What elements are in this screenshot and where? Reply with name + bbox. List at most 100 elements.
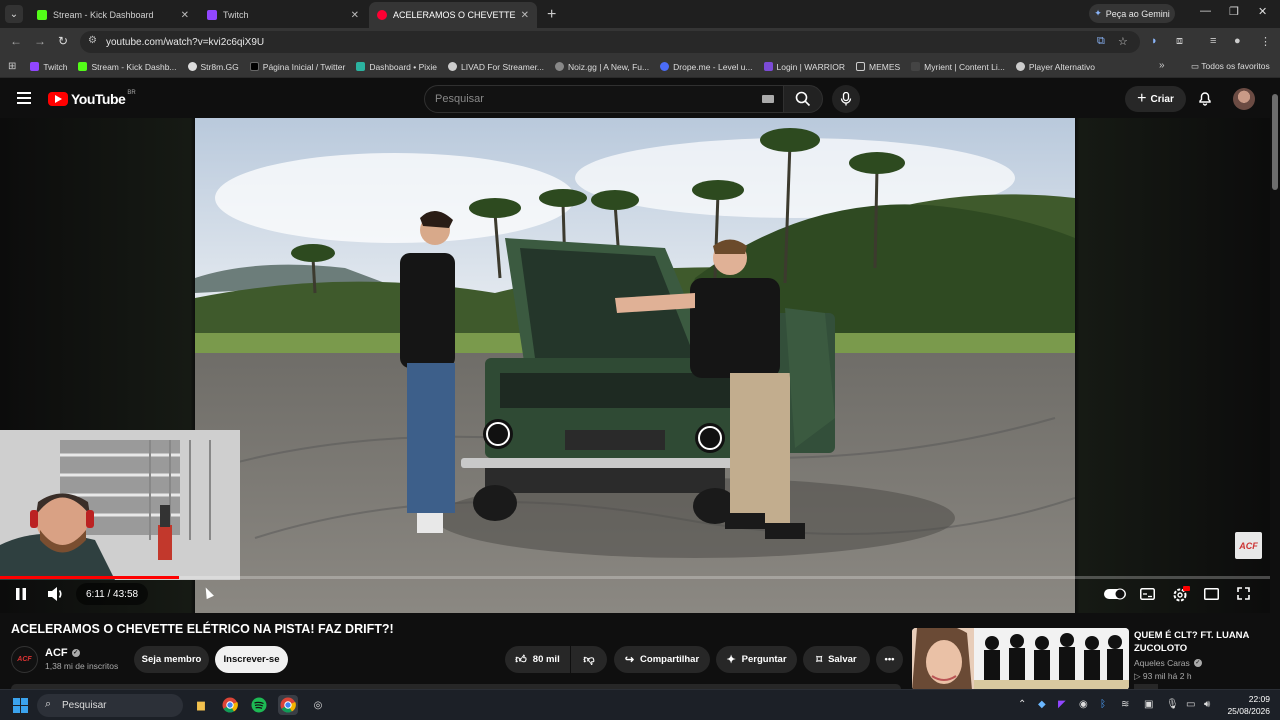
extension-icon[interactable]: ◗ bbox=[1151, 35, 1158, 47]
menu-hamburger-icon[interactable] bbox=[17, 92, 31, 104]
forward-icon[interactable]: → bbox=[34, 34, 46, 48]
bookmark-folder-memes[interactable]: MEMES bbox=[856, 62, 900, 72]
scrollbar-thumb[interactable] bbox=[1272, 94, 1278, 190]
channel-watermark[interactable]: ACF bbox=[1235, 532, 1262, 559]
dislike-button[interactable]: 👎︎ bbox=[571, 646, 607, 673]
translate-icon[interactable]: ⧉ bbox=[1097, 35, 1105, 48]
bookmark-livad[interactable]: LIVAD For Streamer... bbox=[448, 62, 544, 72]
profile-icon[interactable]: ● bbox=[1234, 35, 1241, 47]
discord-icon[interactable]: ◉ bbox=[1079, 699, 1088, 710]
minimize-icon[interactable]: — bbox=[1200, 5, 1211, 17]
voice-search-button[interactable] bbox=[832, 85, 860, 113]
more-actions-button[interactable]: ••• bbox=[876, 646, 903, 673]
volume-tray-icon[interactable]: 🔊︎ bbox=[1204, 699, 1210, 710]
share-button[interactable]: ↪ Compartilhar bbox=[614, 646, 710, 673]
file-explorer-icon[interactable]: ▆ bbox=[191, 695, 211, 715]
windows-start-icon[interactable] bbox=[13, 698, 28, 713]
bookmark-star-icon[interactable]: ☆ bbox=[1118, 35, 1128, 48]
bookmark-player-alternativo[interactable]: Player Alternativo bbox=[1015, 62, 1095, 72]
search-input[interactable]: Pesquisar bbox=[424, 85, 784, 113]
youtube-logo[interactable]: YouTube BR bbox=[48, 90, 136, 107]
address-bar[interactable]: ⚙ youtube.com/watch?v=kvi2c6qiX9U bbox=[80, 31, 1140, 53]
new-tab-button[interactable]: + bbox=[547, 6, 556, 24]
bookmark-label: Página Inicial / Twitter bbox=[262, 61, 346, 72]
recommended-video-thumbnail[interactable] bbox=[912, 628, 1129, 690]
more-bookmarks-icon[interactable]: » bbox=[1159, 60, 1165, 71]
system-clock[interactable]: 22:09 25/08/2026 bbox=[1226, 693, 1270, 717]
all-bookmarks-folder[interactable]: ▭ Todos os favoritos bbox=[1191, 61, 1270, 72]
tab-search-icon[interactable]: ⌄ bbox=[5, 5, 23, 23]
network-icon[interactable]: ▭ bbox=[1186, 699, 1195, 710]
site-info-icon[interactable]: ⚙ bbox=[88, 35, 97, 46]
bookmark-myrient[interactable]: Myrient | Content Li... bbox=[911, 62, 1005, 72]
clock-date: 25/08/2026 bbox=[1227, 706, 1270, 716]
bookmark-twitter[interactable]: Página Inicial / Twitter bbox=[249, 61, 346, 72]
tab-close-icon[interactable]: ✕ bbox=[521, 10, 529, 21]
tray-overflow-icon[interactable]: ⌃ bbox=[1018, 699, 1026, 710]
tab-label: Twitch bbox=[223, 10, 249, 20]
chrome-icon[interactable] bbox=[220, 695, 240, 715]
pause-icon[interactable] bbox=[14, 587, 28, 601]
notifications-bell-icon[interactable] bbox=[1197, 90, 1213, 106]
page-scrollbar[interactable] bbox=[1270, 80, 1280, 688]
subtitles-icon[interactable] bbox=[1140, 588, 1155, 600]
reading-list-icon[interactable]: ≡ bbox=[1210, 35, 1216, 47]
bookmark-str8m[interactable]: Str8m.GG bbox=[187, 62, 239, 72]
recommended-channel[interactable]: Aqueles Caras ✓ bbox=[1134, 658, 1202, 668]
gemini-button[interactable]: ✦ Peça ao Gemini bbox=[1089, 4, 1175, 23]
bookmark-favicon-icon bbox=[187, 62, 197, 71]
extensions-puzzle-icon[interactable]: ⧈ bbox=[1176, 35, 1183, 48]
progress-bar[interactable] bbox=[0, 576, 1270, 579]
subscribe-button[interactable]: Inscrever-se bbox=[215, 646, 288, 673]
fullscreen-icon[interactable] bbox=[1237, 587, 1250, 600]
bookmark-pixie[interactable]: Dashboard • Pixie bbox=[356, 62, 437, 72]
channel-avatar[interactable]: ACF bbox=[11, 646, 38, 673]
thumbs-down-icon: 👎︎ bbox=[583, 654, 595, 666]
join-button[interactable]: Seja membro bbox=[134, 646, 209, 673]
user-avatar[interactable] bbox=[1233, 88, 1255, 110]
save-button[interactable]: ⌑ Salvar bbox=[803, 646, 870, 673]
bookmark-warrior[interactable]: Login | WARRIOR bbox=[763, 62, 845, 72]
bookmark-twitch[interactable]: Twitch bbox=[30, 62, 67, 72]
settings-gear-icon[interactable] bbox=[1172, 586, 1190, 602]
browser-tab-kick[interactable]: Stream - Kick Dashboard ✕ bbox=[29, 2, 197, 28]
obs-studio-icon[interactable]: ◎ bbox=[308, 695, 328, 715]
restore-icon[interactable]: ❐ bbox=[1229, 5, 1239, 18]
app-tray-icon[interactable]: ▣ bbox=[1144, 699, 1153, 710]
apps-grid-icon[interactable]: ⊞ bbox=[8, 61, 16, 72]
recommended-video-title[interactable]: QUEM É CLT? FT. LUANA ZUCOLOTO bbox=[1134, 629, 1270, 655]
browser-tab-twitch[interactable]: Twitch ✕ bbox=[199, 2, 367, 28]
theater-mode-icon[interactable] bbox=[1204, 588, 1219, 600]
search-icon: ⌕ bbox=[45, 698, 52, 710]
twitch-tray-icon[interactable]: ◤ bbox=[1058, 699, 1066, 710]
bookmark-drope[interactable]: Drope.me - Level u... bbox=[660, 61, 753, 72]
bookmark-noiz[interactable]: Noiz.gg | A New, Fu... bbox=[555, 62, 649, 72]
reload-icon[interactable]: ↻ bbox=[58, 34, 68, 48]
video-player[interactable]: ACF 6:11 / 43:58 bbox=[0, 118, 1270, 613]
bookmark-label: Stream - Kick Dashb... bbox=[91, 61, 177, 72]
chrome-active-window-icon[interactable] bbox=[278, 695, 298, 715]
wifi-icon[interactable]: ≋ bbox=[1121, 699, 1129, 710]
bookmark-label: Drope.me - Level u... bbox=[673, 61, 753, 72]
bluetooth-icon[interactable]: ᛒ bbox=[1100, 699, 1106, 710]
taskbar-search-box[interactable]: ⌕ Pesquisar bbox=[37, 694, 183, 717]
like-button[interactable]: 👍︎ 80 mil bbox=[505, 646, 570, 673]
close-window-icon[interactable]: ✕ bbox=[1258, 5, 1267, 18]
browser-tab-youtube[interactable]: ACELERAMOS O CHEVETTE ✕ bbox=[369, 2, 537, 28]
search-button[interactable] bbox=[783, 85, 823, 113]
channel-name-link[interactable]: ACF ✓ bbox=[45, 647, 80, 659]
browser-menu-icon[interactable]: ⋮ bbox=[1260, 35, 1271, 48]
tab-close-icon[interactable]: ✕ bbox=[351, 10, 359, 21]
back-icon[interactable]: ← bbox=[10, 34, 22, 48]
create-button[interactable]: + Criar bbox=[1125, 86, 1186, 112]
ask-button[interactable]: ✦ Perguntar bbox=[716, 646, 797, 673]
steam-icon[interactable]: ◆ bbox=[1038, 699, 1046, 710]
autoplay-toggle[interactable] bbox=[1104, 588, 1126, 600]
video-frame[interactable] bbox=[195, 118, 1075, 613]
bookmark-kick[interactable]: Stream - Kick Dashb... bbox=[78, 61, 177, 72]
keyboard-icon[interactable] bbox=[762, 95, 774, 103]
tab-close-icon[interactable]: ✕ bbox=[181, 10, 189, 21]
volume-icon[interactable] bbox=[47, 586, 65, 602]
microphone-tray-icon[interactable]: 🎙︎ bbox=[1166, 699, 1179, 710]
spotify-icon[interactable] bbox=[249, 695, 269, 715]
